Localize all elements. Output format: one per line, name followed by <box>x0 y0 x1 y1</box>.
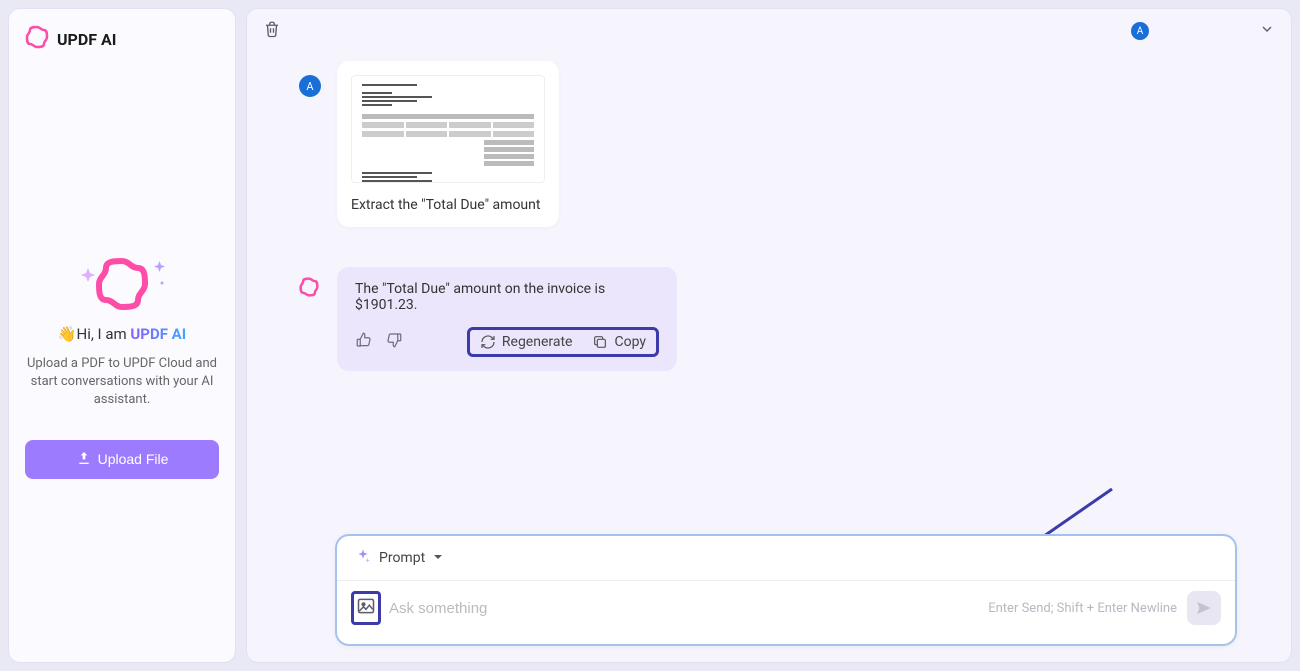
upload-button-label: Upload File <box>98 451 169 467</box>
user-message-card: Extract the "Total Due" amount <box>337 61 559 227</box>
copy-label: Copy <box>614 334 646 350</box>
ai-response-bubble: The "Total Due" amount on the invoice is… <box>337 267 677 371</box>
ai-action-highlight-box: Regenerate Copy <box>467 327 659 357</box>
prompt-label: Prompt <box>379 550 425 566</box>
thumbs-down-icon[interactable] <box>385 331 403 353</box>
prompt-input[interactable] <box>389 600 988 617</box>
prompt-header[interactable]: Prompt <box>337 536 1235 581</box>
user-message-text: Extract the "Total Due" amount <box>351 197 545 213</box>
regenerate-button[interactable]: Regenerate <box>480 334 573 350</box>
user-avatar: A <box>299 75 321 97</box>
image-icon[interactable] <box>356 596 376 620</box>
ai-avatar-icon <box>299 277 321 299</box>
greeting-brand: UPDF AI <box>130 325 186 343</box>
greeting-text: 👋Hi, I am UPDF AI <box>25 325 219 343</box>
user-avatar-letter: A <box>306 80 313 93</box>
sidebar: UPDF AI 👋Hi, I am UPDF AI Upload a PDF t… <box>8 8 236 663</box>
welcome-graphic <box>25 253 219 313</box>
trash-icon[interactable] <box>263 20 281 42</box>
avatar-letter: A <box>1137 26 1144 37</box>
brand-title: UPDF AI <box>57 30 116 49</box>
attach-image-highlight <box>351 591 381 625</box>
attachment-thumbnail[interactable] <box>351 75 545 183</box>
user-message-row: A <box>299 61 1231 227</box>
input-hint: Enter Send; Shift + Enter Newline <box>988 601 1177 616</box>
chevron-down-icon[interactable] <box>1259 21 1275 41</box>
send-button[interactable] <box>1187 591 1221 625</box>
ai-response-text: The "Total Due" amount on the invoice is… <box>355 281 659 313</box>
regenerate-label: Regenerate <box>502 334 573 350</box>
brand-logo-icon <box>25 25 49 53</box>
upload-icon <box>76 450 92 469</box>
ai-message-row: The "Total Due" amount on the invoice is… <box>299 267 1231 371</box>
caret-down-icon <box>433 550 443 566</box>
welcome-description: Upload a PDF to UPDF Cloud and start con… <box>25 355 219 410</box>
copy-button[interactable]: Copy <box>592 334 646 350</box>
sparkle-icon <box>355 548 371 568</box>
sidebar-header: UPDF AI <box>25 25 219 53</box>
upload-file-button[interactable]: Upload File <box>25 440 219 479</box>
topbar: A <box>247 9 1291 53</box>
main-panel: A A <box>246 8 1292 663</box>
user-avatar-top[interactable]: A <box>1131 22 1149 40</box>
thumbs-up-icon[interactable] <box>355 331 373 353</box>
greeting-prefix: 👋Hi, I am <box>58 325 131 343</box>
prompt-box: Prompt Enter Send; Shift + Enter Newline <box>335 534 1237 646</box>
